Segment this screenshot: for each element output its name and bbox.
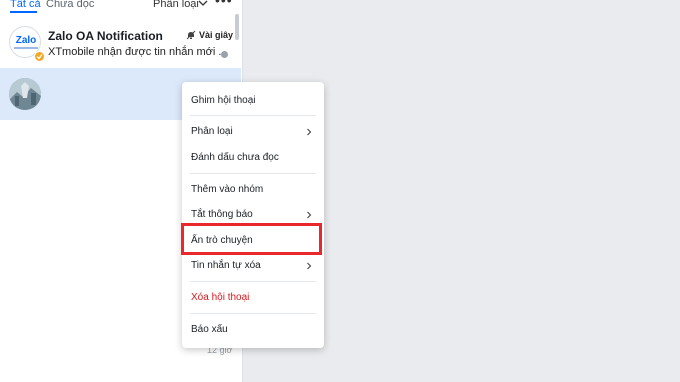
conversation-time: Vài giây [199,30,234,40]
tab-all[interactable]: Tất cả [10,0,41,10]
chevron-right-icon [307,211,312,219]
menu-divider [190,173,316,174]
chevron-right-icon [307,128,312,136]
conversation-item[interactable]: Zalo Zalo OA Notification Vài giây XTmob… [0,14,234,68]
zalo-logo: Zalo [15,35,37,46]
verified-badge-icon [34,51,45,62]
list-scrollbar[interactable] [235,14,239,40]
menu-item-add-to-group[interactable]: Thêm vào nhóm [191,184,263,195]
chevron-down-icon[interactable] [197,0,209,9]
menu-divider [190,313,316,314]
unread-dot [221,51,228,58]
tab-unread[interactable]: Chưa đọc [46,0,94,10]
conversation-tabs: Tất cả Chưa đọc Phân loại ••• [0,0,242,14]
more-icon[interactable]: ••• [215,0,233,8]
highlight-box [181,223,322,255]
menu-item-auto-delete[interactable]: Tin nhắn tự xóa [191,260,261,271]
menu-item-report[interactable]: Báo xấu [191,324,228,335]
filter-dropdown[interactable]: Phân loại [153,0,199,10]
menu-item-delete-conversation[interactable]: Xóa hội thoại [191,292,249,303]
avatar: Zalo [9,26,45,62]
context-menu: Ghim hội thoại Phân loại Đánh dấu chưa đ… [182,82,324,348]
conversation-name: Zalo OA Notification [48,29,163,43]
menu-divider [190,281,316,282]
menu-item-mark-unread[interactable]: Đánh dấu chưa đọc [191,152,279,163]
chevron-right-icon [307,262,312,270]
conversation-preview: XTmobile nhận được tin nhắn mới ... [48,46,228,58]
logo-subline [14,47,38,49]
menu-item-pin[interactable]: Ghim hội thoại [191,95,255,106]
menu-item-mute[interactable]: Tắt thông báo [191,209,253,220]
avatar [9,78,41,110]
menu-divider [190,115,316,116]
menu-item-classify[interactable]: Phân loại [191,126,233,137]
mute-icon [186,30,196,40]
tab-active-indicator [10,11,37,13]
